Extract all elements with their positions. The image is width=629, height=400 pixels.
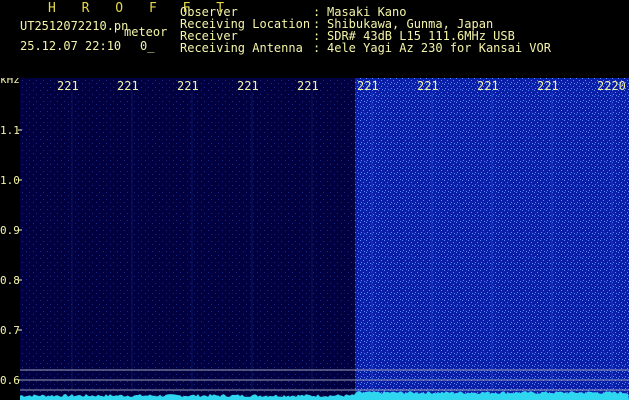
y-tick-label: 0.8 xyxy=(0,274,20,287)
header-panel: H R O F F T UT2512072210.pn meteor 25.12… xyxy=(0,0,629,78)
x-tick-label: 221 xyxy=(297,79,319,93)
event-counter: 0_ xyxy=(140,39,155,53)
antenna-value: 4ele Yagi Az 230 for Kansai VOR xyxy=(327,41,551,55)
x-tick-label: 221 xyxy=(477,79,499,93)
y-axis-labels: 1.1 1.0 0.9 0.8 0.7 0.6 xyxy=(0,124,22,387)
x-tick-label: 2220 xyxy=(597,79,626,93)
y-tick-label: 0.6 xyxy=(0,374,20,387)
x-tick-label: 221 xyxy=(117,79,139,93)
y-axis-unit: kHz xyxy=(0,78,20,86)
y-tick-label: 0.7 xyxy=(0,324,20,337)
antenna-label: Receiving Antenna xyxy=(180,41,303,55)
x-tick-label: 221 xyxy=(417,79,439,93)
detection-mode: meteor xyxy=(124,25,168,39)
x-tick-label: 221 xyxy=(177,79,199,93)
y-tick-label: 0.9 xyxy=(0,224,20,237)
x-tick-label: 221 xyxy=(537,79,559,93)
x-tick-label: 221 xyxy=(357,79,379,93)
record-datetime: 25.12.07 22:10 xyxy=(20,39,122,53)
spectrum-quiet-region xyxy=(20,78,355,400)
spectrogram: 221 221 221 221 221 221 221 221 221 2220 1.1 1.0 0.… xyxy=(0,78,629,400)
y-tick-label: 1.1 xyxy=(0,124,20,137)
antenna-separator: : xyxy=(313,41,321,55)
file-name: UT2512072210.pn xyxy=(20,19,129,33)
x-tick-label: 221 xyxy=(237,79,259,93)
x-tick-label: 221 xyxy=(57,79,79,93)
y-tick-label: 1.0 xyxy=(0,174,20,187)
